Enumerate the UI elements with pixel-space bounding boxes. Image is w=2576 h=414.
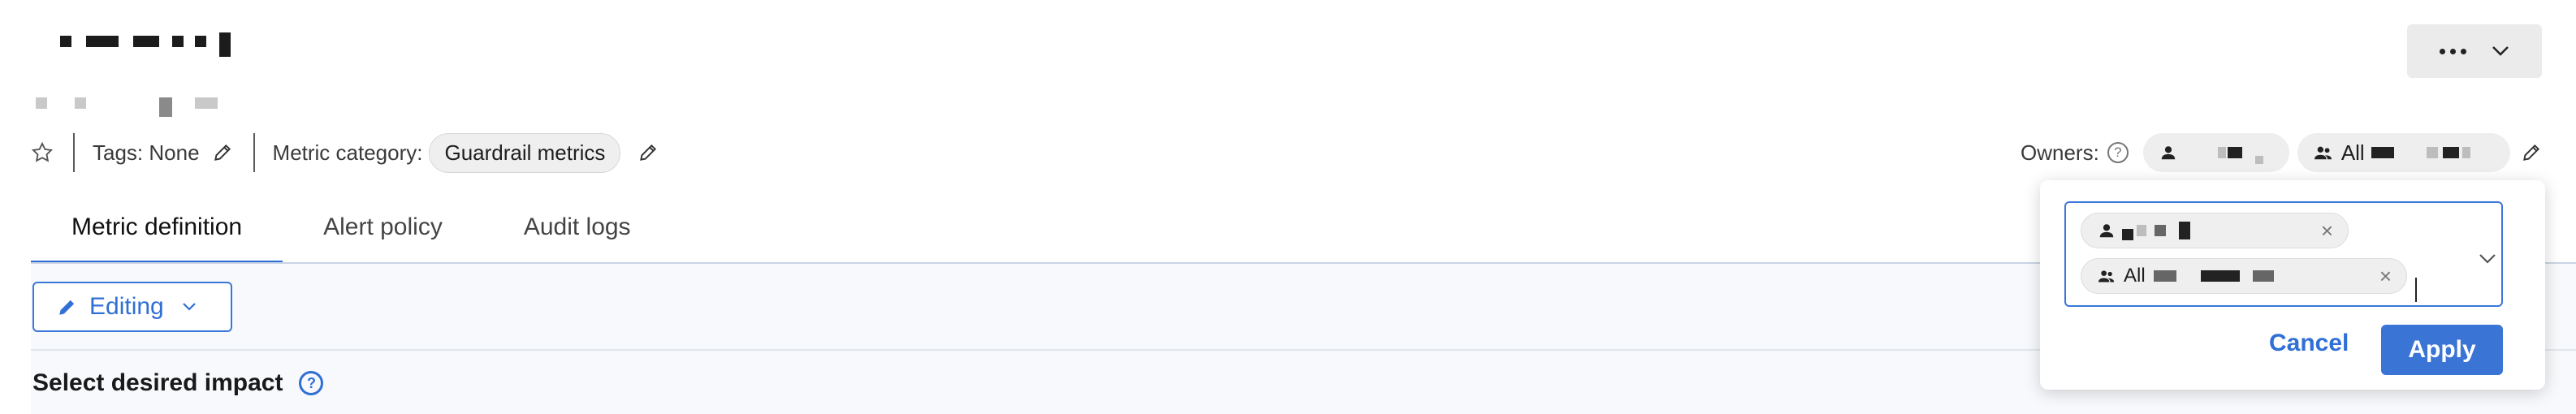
- owners-row: Owners: ? All: [2021, 133, 2544, 172]
- category-chip: Guardrail metrics: [429, 132, 621, 173]
- owner-group-prefix: All: [2340, 140, 2365, 165]
- section-title: Select desired impact: [32, 369, 283, 396]
- help-icon[interactable]: ?: [299, 371, 324, 395]
- help-icon[interactable]: ?: [2107, 142, 2129, 163]
- selected-owner-chip-group: All ×: [2081, 258, 2407, 294]
- tab-metric-definition[interactable]: Metric definition: [31, 199, 283, 264]
- section-heading: Select desired impact ?: [32, 369, 324, 397]
- more-actions-button[interactable]: [2407, 24, 2542, 78]
- remove-chip-icon[interactable]: ×: [2321, 218, 2333, 244]
- metric-page: Tags: None Metric category: Guardrail me…: [0, 0, 2576, 414]
- owners-edit-popover: × All × Cancel Apply: [2040, 180, 2545, 390]
- owner-chip-user[interactable]: [2142, 133, 2289, 172]
- edit-category-pencil-icon[interactable]: [635, 140, 661, 166]
- tab-alert-policy[interactable]: Alert policy: [283, 199, 483, 264]
- owner-chip-group[interactable]: All: [2297, 133, 2510, 172]
- edit-tags-pencil-icon[interactable]: [210, 140, 236, 166]
- chevron-down-icon: [2492, 46, 2509, 56]
- owners-label: Owners:: [2021, 140, 2099, 165]
- pencil-icon: [59, 300, 75, 315]
- more-horizontal-icon: [2440, 48, 2466, 54]
- tags-label: Tags: None: [93, 140, 200, 165]
- owners-multiselect[interactable]: × All ×: [2064, 201, 2503, 307]
- remove-chip-icon[interactable]: ×: [2379, 264, 2392, 289]
- editing-mode-button[interactable]: Editing: [32, 282, 232, 332]
- chevron-down-icon[interactable]: [2479, 253, 2496, 265]
- user-icon: [2161, 146, 2176, 160]
- group-icon: [2314, 146, 2332, 160]
- user-icon: [2099, 224, 2114, 238]
- cancel-button[interactable]: Cancel: [2269, 330, 2349, 357]
- editing-label: Editing: [89, 293, 164, 320]
- category-label: Metric category:: [272, 140, 423, 165]
- tab-bar: Metric definition Alert policy Audit log…: [31, 199, 672, 264]
- selected-owner-chip-user: ×: [2081, 213, 2349, 248]
- text-cursor: [2415, 278, 2417, 302]
- favorite-star-icon[interactable]: [29, 140, 55, 166]
- divider: [253, 133, 255, 172]
- tab-audit-logs[interactable]: Audit logs: [483, 199, 672, 264]
- group-icon: [2098, 270, 2115, 282]
- chevron-down-icon: [182, 303, 196, 311]
- metric-meta-row: Tags: None Metric category: Guardrail me…: [29, 132, 661, 173]
- edit-owners-pencil-icon[interactable]: [2518, 140, 2544, 166]
- divider: [73, 133, 75, 172]
- apply-button[interactable]: Apply: [2381, 325, 2503, 375]
- group-chip-prefix: All: [2124, 265, 2146, 287]
